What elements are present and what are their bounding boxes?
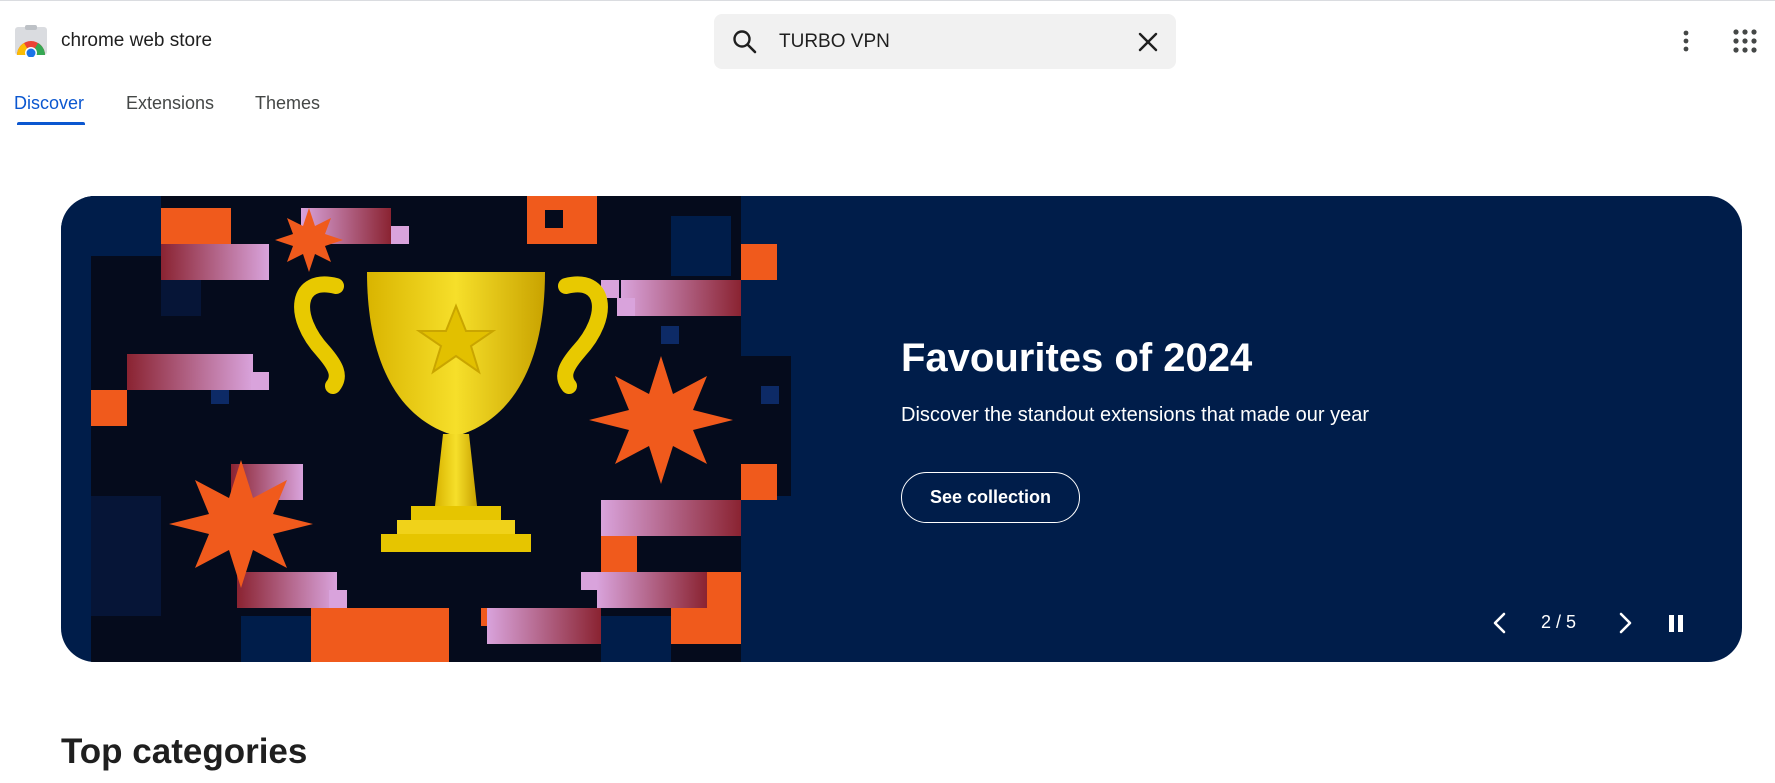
clear-icon[interactable] <box>1134 28 1162 56</box>
brand-name[interactable]: chrome web store <box>61 30 212 52</box>
more-vert-icon[interactable] <box>1672 27 1700 55</box>
pause-icon[interactable] <box>1663 608 1689 638</box>
section-title-top-categories: Top categories <box>61 732 308 771</box>
search-icon[interactable] <box>730 27 760 57</box>
search-bar[interactable]: TURBO VPN <box>714 14 1176 69</box>
hero-subtitle: Discover the standout extensions that ma… <box>901 404 1370 426</box>
hero-illustration <box>61 196 861 662</box>
top-divider <box>0 0 1775 1</box>
apps-grid-icon[interactable] <box>1730 26 1760 56</box>
tab-themes[interactable]: Themes <box>255 93 320 114</box>
chevron-left-icon[interactable] <box>1487 608 1513 638</box>
hero-title: Favourites of 2024 <box>901 336 1253 380</box>
search-input[interactable]: TURBO VPN <box>779 31 890 53</box>
slide-counter: 2 / 5 <box>1541 612 1577 632</box>
chrome-web-store-logo[interactable] <box>13 25 49 59</box>
hero-banner[interactable]: Favourites of 2024 Discover the standout… <box>61 196 1742 662</box>
active-tab-indicator <box>17 122 85 125</box>
chevron-right-icon[interactable] <box>1612 608 1638 638</box>
tab-extensions[interactable]: Extensions <box>126 93 214 114</box>
tab-discover[interactable]: Discover <box>14 93 84 114</box>
see-collection-button[interactable]: See collection <box>901 472 1080 523</box>
